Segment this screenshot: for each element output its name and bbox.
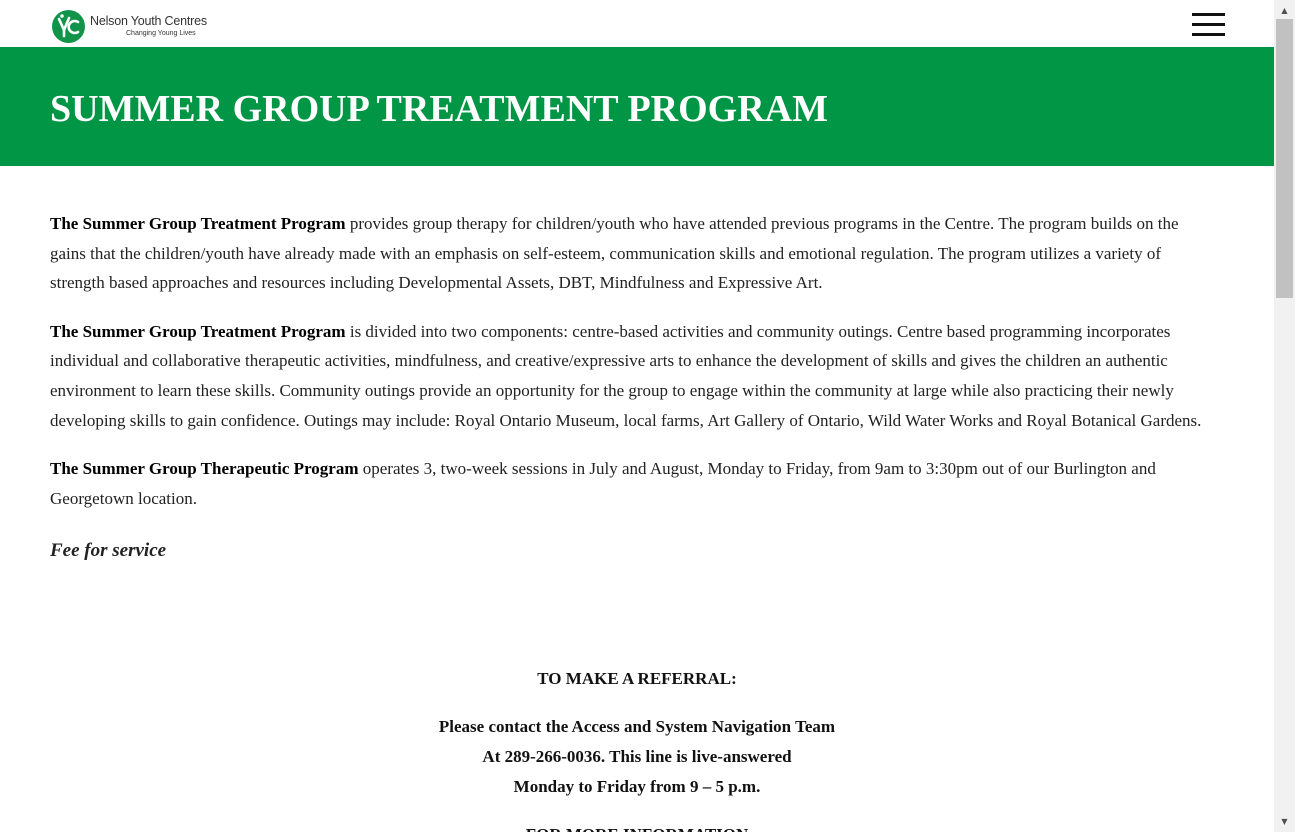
scroll-up-icon[interactable]: ▲ (1274, 2, 1295, 19)
more-info-heading: FOR MORE INFORMATION (50, 820, 1224, 832)
top-navigation-bar: Nelson Youth Centres Changing Young Live… (0, 0, 1274, 47)
referral-hours-line: Monday to Friday from 9 – 5 p.m. (513, 777, 761, 796)
page: Nelson Youth Centres Changing Young Live… (0, 0, 1274, 832)
referral-section: TO MAKE A REFERRAL: Please contact the A… (50, 664, 1224, 832)
referral-phone-line: At 289-266-0036. This line is live-answe… (482, 747, 792, 766)
paragraph-components: The Summer Group Treatment Program is di… (50, 317, 1215, 435)
vertical-scrollbar[interactable]: ▲ ▼ (1274, 0, 1295, 832)
scrollbar-thumb[interactable] (1276, 19, 1293, 298)
hero-banner: SUMMER GROUP TREATMENT PROGRAM (0, 47, 1274, 166)
program-name: The Summer Group Therapeutic Program (50, 459, 359, 479)
program-description: The Summer Group Treatment Program provi… (50, 209, 1215, 585)
scroll-down-icon[interactable]: ▼ (1274, 813, 1295, 830)
referral-line: Please contact the Access and System Nav… (438, 717, 836, 736)
referral-heading: TO MAKE A REFERRAL: (537, 669, 737, 688)
program-name: The Summer Group Treatment Program (50, 321, 346, 341)
logo-name: Nelson Youth Centres (90, 14, 207, 29)
referral-contact: Please contact the Access and System Nav… (50, 712, 1224, 802)
paragraph-overview: The Summer Group Treatment Program provi… (50, 209, 1215, 298)
paragraph-schedule: The Summer Group Therapeutic Program ope… (50, 454, 1215, 513)
fee-note: Fee for service (50, 540, 167, 562)
nyc-logo-icon (52, 9, 85, 43)
logo-tagline: Changing Young Lives (126, 29, 196, 37)
hamburger-menu-icon[interactable] (1192, 13, 1225, 37)
program-name: The Summer Group Treatment Program (50, 214, 346, 233)
site-logo[interactable]: Nelson Youth Centres Changing Young Live… (52, 9, 207, 43)
page-title: SUMMER GROUP TREATMENT PROGRAM (50, 88, 828, 130)
